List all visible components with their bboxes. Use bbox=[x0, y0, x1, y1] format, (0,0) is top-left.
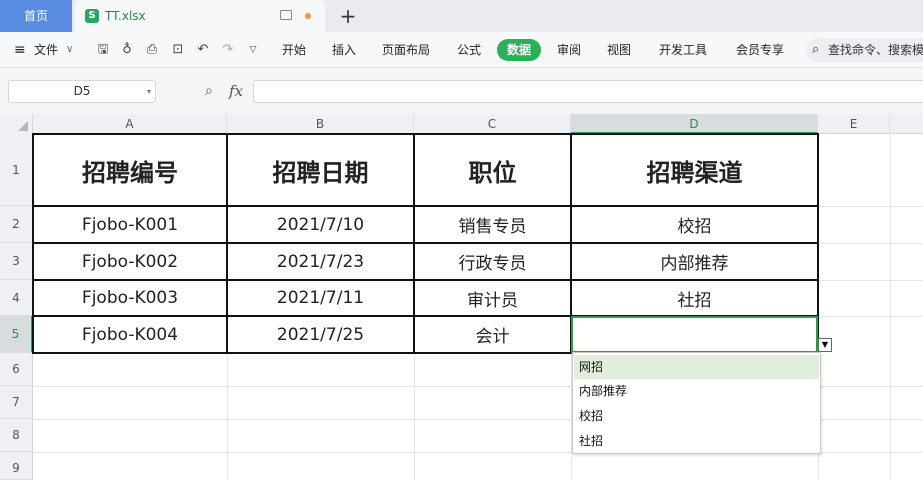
tab-view[interactable]: 视图 bbox=[607, 32, 631, 68]
search-icon: ⌕ bbox=[812, 42, 820, 57]
row-header-9[interactable]: 9 bbox=[0, 452, 33, 480]
table-cell[interactable]: 2021/7/10 bbox=[227, 206, 414, 243]
more-icon[interactable]: ▽ bbox=[244, 41, 262, 59]
column-header-d[interactable]: D bbox=[571, 114, 818, 134]
row-header-1[interactable]: 1 bbox=[0, 134, 33, 206]
unsaved-dot-icon bbox=[305, 13, 311, 19]
command-search[interactable]: ⌕ 查找命令、搜索模板 bbox=[806, 38, 923, 62]
row-header-6[interactable]: 6 bbox=[0, 353, 33, 386]
table-cell[interactable]: 校招 bbox=[571, 206, 818, 243]
tab-insert[interactable]: 插入 bbox=[332, 32, 356, 68]
table-border bbox=[33, 242, 819, 244]
column-header-c[interactable]: C bbox=[414, 114, 571, 134]
name-box-value: D5 bbox=[73, 84, 91, 98]
dropdown-option[interactable]: 社招 bbox=[574, 429, 819, 453]
table-cell[interactable]: 会计 bbox=[414, 316, 571, 353]
table-cell[interactable]: Fjobo-K003 bbox=[33, 280, 227, 316]
function-icon[interactable]: fx bbox=[226, 80, 246, 102]
hamburger-menu-icon[interactable]: ≡ bbox=[14, 32, 26, 68]
column-header-a[interactable]: A bbox=[33, 114, 227, 134]
redo-icon[interactable]: ↷ bbox=[219, 41, 237, 59]
row-header-4[interactable]: 4 bbox=[0, 280, 33, 316]
tab-file[interactable]: S TT.xlsx bbox=[75, 0, 325, 32]
table-cell[interactable]: 行政专员 bbox=[414, 243, 571, 280]
monitor-icon[interactable] bbox=[280, 10, 292, 20]
table-cell[interactable]: 销售专员 bbox=[414, 206, 571, 243]
new-tab-button[interactable]: + bbox=[338, 4, 358, 28]
column-header-b[interactable]: B bbox=[227, 114, 414, 134]
table-border bbox=[226, 133, 228, 354]
validation-dropdown-list: 网招 内部推荐 校招 社招 bbox=[572, 352, 821, 454]
gridline bbox=[227, 353, 228, 480]
row-header-3[interactable]: 3 bbox=[0, 243, 33, 280]
save-icon[interactable]: 🖫 bbox=[94, 41, 112, 59]
table-border bbox=[33, 279, 819, 281]
gridline bbox=[818, 243, 923, 244]
table-header-cell[interactable]: 招聘日期 bbox=[227, 134, 414, 206]
print-icon[interactable]: ⎙ bbox=[143, 41, 161, 59]
dropdown-option[interactable]: 校招 bbox=[574, 404, 819, 428]
gridline bbox=[818, 206, 923, 207]
table-cell[interactable]: 2021/7/23 bbox=[227, 243, 414, 280]
search-placeholder: 查找命令、搜索模板 bbox=[828, 43, 923, 57]
tab-review[interactable]: 审阅 bbox=[557, 32, 581, 68]
table-cell[interactable]: Fjobo-K002 bbox=[33, 243, 227, 280]
table-border bbox=[32, 133, 34, 354]
table-cell[interactable]: 2021/7/25 bbox=[227, 316, 414, 353]
table-cell[interactable]: 审计员 bbox=[414, 280, 571, 316]
table-border bbox=[33, 133, 819, 135]
table-cell[interactable]: 2021/7/11 bbox=[227, 280, 414, 316]
tab-formula[interactable]: 公式 bbox=[457, 32, 481, 68]
tab-start[interactable]: 开始 bbox=[282, 32, 306, 68]
undo-icon[interactable]: ↶ bbox=[194, 41, 212, 59]
print-preview-icon[interactable]: ⊡ bbox=[169, 41, 187, 59]
zoom-icon[interactable]: ⌕ bbox=[200, 80, 218, 102]
row-header-5[interactable]: 5 bbox=[0, 316, 33, 353]
table-border bbox=[33, 205, 819, 207]
table-header-cell[interactable]: 招聘编号 bbox=[33, 134, 227, 206]
table-border bbox=[413, 133, 415, 354]
gridline bbox=[818, 316, 923, 317]
format-painter-icon[interactable]: ♁ bbox=[118, 41, 136, 59]
row-header-7[interactable]: 7 bbox=[0, 386, 33, 419]
ribbon: ≡ 文件 ∨ 🖫 ♁ ⎙ ⊡ ↶ ↷ ▽ 开始 插入 页面布局 公式 数据 审阅… bbox=[0, 32, 923, 68]
file-menu[interactable]: 文件 bbox=[34, 32, 58, 68]
name-box[interactable]: D5 ▾ bbox=[8, 80, 156, 103]
table-header-cell[interactable]: 职位 bbox=[414, 134, 571, 206]
table-cell[interactable]: 社招 bbox=[571, 280, 818, 316]
table-cell[interactable]: 内部推荐 bbox=[571, 243, 818, 280]
tab-page-layout[interactable]: 页面布局 bbox=[382, 32, 430, 68]
formula-input[interactable] bbox=[253, 80, 923, 103]
gridline bbox=[414, 353, 415, 480]
row-header-8[interactable]: 8 bbox=[0, 419, 33, 452]
spreadsheet-icon: S bbox=[85, 9, 99, 23]
chevron-down-icon[interactable]: ∨ bbox=[66, 32, 73, 68]
gridline bbox=[890, 134, 891, 480]
gridline bbox=[818, 280, 923, 281]
tab-home[interactable]: 首页 bbox=[0, 0, 72, 32]
dropdown-option[interactable]: 网招 bbox=[574, 355, 819, 379]
tab-member[interactable]: 会员专享 bbox=[736, 32, 784, 68]
row-header-2[interactable]: 2 bbox=[0, 206, 33, 243]
table-cell[interactable]: Fjobo-K004 bbox=[33, 316, 227, 353]
select-all-corner[interactable] bbox=[0, 114, 33, 134]
file-tab-label: TT.xlsx bbox=[105, 9, 146, 23]
table-header-cell[interactable]: 招聘渠道 bbox=[571, 134, 818, 206]
dropdown-arrow-icon[interactable]: ▼ bbox=[818, 338, 832, 352]
tab-developer[interactable]: 开发工具 bbox=[659, 32, 707, 68]
column-header-e[interactable]: E bbox=[818, 114, 890, 134]
table-cell[interactable]: Fjobo-K001 bbox=[33, 206, 227, 243]
chevron-down-icon[interactable]: ▾ bbox=[147, 81, 151, 102]
tab-data[interactable]: 数据 bbox=[497, 39, 541, 61]
dropdown-option[interactable]: 内部推荐 bbox=[574, 379, 819, 403]
active-cell-outline bbox=[571, 316, 818, 353]
